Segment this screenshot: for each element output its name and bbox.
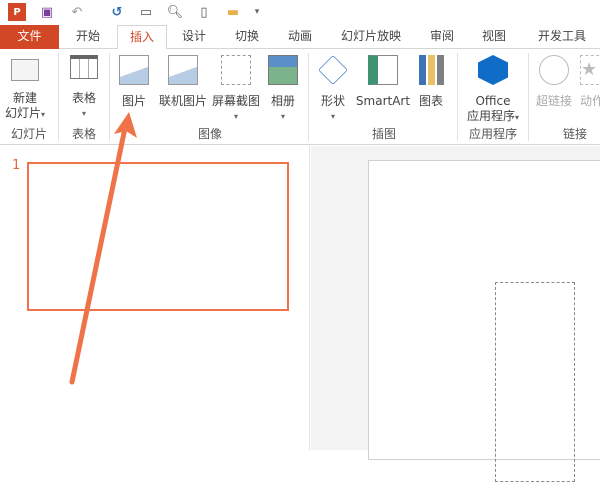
tab-file[interactable]: 文件 — [0, 25, 59, 49]
online-picture-button[interactable]: 联机图片 — [157, 55, 209, 109]
star-icon: ★ — [580, 55, 600, 85]
quick-access-toolbar: P ▣ ↶ ↺ ▭ 🔍︎ ▯ ▬ ▾ — [0, 0, 600, 25]
picture-label: 图片 — [121, 94, 146, 108]
chart-icon — [416, 55, 446, 85]
tab-animations[interactable]: 动画 — [278, 25, 322, 49]
tab-view[interactable]: 视图 — [472, 25, 516, 49]
customize-icon[interactable]: ▾ — [248, 3, 266, 21]
ribbon-tabs: 文件 开始 插入 设计 切换 动画 幻灯片放映 审阅 视图 开发工具 — [0, 25, 600, 50]
office-apps-label2: 应用程序 — [466, 109, 515, 123]
action-label: 动作 — [580, 94, 600, 108]
new-slide-button[interactable]: 新建 幻灯片▾ — [4, 55, 46, 122]
group-slides-label: 幻灯片 — [10, 127, 47, 141]
group-apps-label: 应用程序 — [468, 127, 517, 141]
chart-label: 图表 — [418, 94, 443, 108]
online-picture-icon — [168, 55, 198, 85]
new-file-icon[interactable]: ▯ — [195, 3, 213, 21]
office-apps-label: Office — [475, 94, 511, 108]
screenshot-icon — [221, 55, 251, 85]
tab-slideshow[interactable]: 幻灯片放映 — [335, 25, 407, 49]
hyperlink-label: 超链接 — [535, 94, 572, 108]
picture-button[interactable]: 图片 — [116, 55, 152, 109]
photo-album-icon — [268, 55, 298, 85]
photo-album-button[interactable]: 相册 ▾ — [266, 55, 300, 124]
powerpoint-logo-icon: P — [8, 3, 26, 21]
print-preview-icon[interactable]: 🔍︎ — [166, 3, 184, 21]
new-slide-label: 新建 — [12, 91, 37, 105]
content-placeholder[interactable] — [495, 282, 575, 482]
smartart-label: SmartArt — [355, 94, 411, 108]
shapes-label: 形状 — [320, 94, 345, 108]
new-slide-label2: 幻灯片 — [4, 106, 41, 120]
table-icon — [70, 55, 98, 79]
group-tables-label: 表格 — [71, 127, 96, 141]
office-apps-button[interactable]: Office 应用程序▾ — [461, 55, 525, 125]
screenshot-label: 屏幕截图 — [211, 94, 260, 108]
shapes-icon — [318, 55, 348, 85]
picture-icon — [119, 55, 149, 85]
group-images-label: 图像 — [197, 127, 222, 141]
online-picture-label: 联机图片 — [158, 94, 207, 108]
tab-home[interactable]: 开始 — [66, 25, 110, 49]
save-icon[interactable]: ▣ — [38, 3, 56, 21]
tab-design[interactable]: 设计 — [172, 25, 216, 49]
redo-icon[interactable]: ↺ — [108, 3, 126, 21]
shapes-button[interactable]: 形状 ▾ — [316, 55, 350, 124]
table-label: 表格 — [71, 91, 96, 105]
tab-insert[interactable]: 插入 — [117, 25, 167, 50]
group-illustrations-label: 插图 — [371, 127, 396, 141]
chart-button[interactable]: 图表 — [414, 55, 448, 109]
slide-number: 1 — [12, 158, 21, 173]
table-button[interactable]: 表格 ▾ — [66, 55, 102, 121]
smartart-button[interactable]: SmartArt — [355, 55, 411, 109]
hyperlink-icon — [539, 55, 569, 85]
ribbon-insert: 新建 幻灯片▾ 幻灯片 表格 ▾ 表格 图片 联机图片 屏幕截图 ▾ 相册 ▾ … — [0, 49, 600, 145]
group-links-label: 链接 — [562, 127, 587, 141]
office-apps-icon — [478, 55, 508, 85]
hyperlink-button[interactable]: 超链接 — [532, 55, 576, 109]
smartart-icon — [368, 55, 398, 85]
slide-editing-area — [311, 146, 600, 482]
screenshot-button[interactable]: 屏幕截图 ▾ — [210, 55, 262, 124]
tab-developer[interactable]: 开发工具 — [530, 25, 594, 49]
present-from-start-icon[interactable]: ▭ — [137, 3, 155, 21]
new-slide-icon — [11, 59, 39, 81]
action-button[interactable]: ★ 动作 — [580, 55, 600, 109]
slide-thumbnail-1[interactable] — [27, 162, 289, 311]
tab-review[interactable]: 审阅 — [420, 25, 464, 49]
tab-transitions[interactable]: 切换 — [225, 25, 269, 49]
photo-album-label: 相册 — [270, 94, 295, 108]
undo-icon[interactable]: ↶ — [68, 3, 86, 21]
open-folder-icon[interactable]: ▬ — [224, 3, 242, 21]
